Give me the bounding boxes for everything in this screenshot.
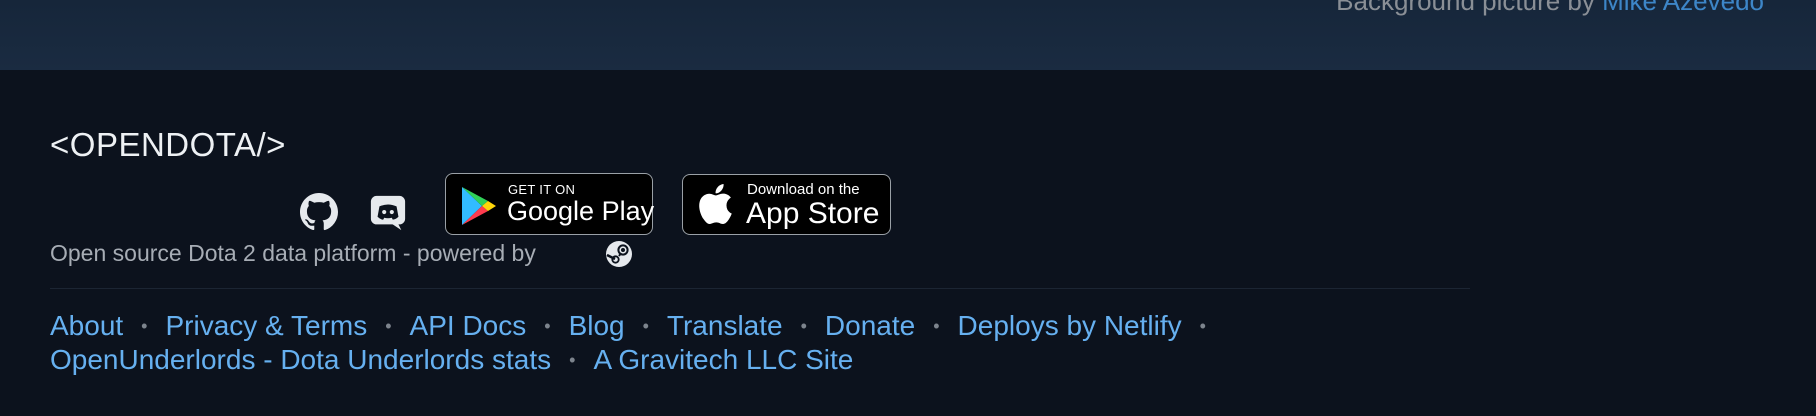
apple-icon bbox=[699, 184, 732, 225]
openunderlords-link[interactable]: OpenUnderlords - Dota Underlords stats bbox=[50, 344, 551, 375]
separator: • bbox=[141, 316, 148, 336]
netlify-link[interactable]: Deploys by Netlify bbox=[958, 310, 1182, 341]
footer-links-row-1: About • Privacy & Terms • API Docs • Blog • Tran… bbox=[50, 310, 1224, 342]
separator: • bbox=[642, 316, 649, 336]
app-store-small-text: Download on the bbox=[747, 181, 860, 198]
google-play-badge[interactable]: GET IT ON Google Play bbox=[445, 173, 655, 235]
google-play-small-text: GET IT ON bbox=[508, 182, 576, 197]
separator: • bbox=[1199, 316, 1206, 336]
steam-icon[interactable] bbox=[605, 240, 633, 268]
app-store-badge[interactable]: Download on the App Store bbox=[682, 174, 891, 235]
about-link[interactable]: About bbox=[50, 310, 123, 341]
api-docs-link[interactable]: API Docs bbox=[410, 310, 527, 341]
google-play-icon bbox=[462, 187, 496, 225]
gravitech-link[interactable]: A Gravitech LLC Site bbox=[593, 344, 853, 375]
google-play-big-text: Google Play bbox=[507, 196, 655, 226]
background-credit-author-link[interactable]: Mike Azevedo bbox=[1602, 0, 1764, 16]
opendota-logo[interactable]: <OPENDOTA/> bbox=[50, 126, 286, 164]
separator: • bbox=[569, 350, 576, 370]
discord-icon[interactable] bbox=[369, 194, 407, 232]
footer-divider bbox=[50, 288, 1470, 289]
blog-link[interactable]: Blog bbox=[569, 310, 625, 341]
tagline: Open source Dota 2 data platform - power… bbox=[50, 240, 536, 266]
background-credit-bar: Background picture by Mike Azevedo bbox=[0, 0, 1816, 71]
separator: • bbox=[933, 316, 940, 336]
app-store-big-text: App Store bbox=[746, 197, 880, 230]
background-credit: Background picture by Mike Azevedo bbox=[1336, 0, 1764, 17]
donate-link[interactable]: Donate bbox=[825, 310, 915, 341]
separator: • bbox=[544, 316, 551, 336]
privacy-terms-link[interactable]: Privacy & Terms bbox=[165, 310, 367, 341]
github-icon[interactable] bbox=[300, 193, 338, 231]
translate-link[interactable]: Translate bbox=[667, 310, 783, 341]
background-credit-prefix: Background picture by bbox=[1336, 0, 1595, 16]
separator: • bbox=[800, 316, 807, 336]
separator: • bbox=[385, 316, 392, 336]
footer-links-row-2: OpenUnderlords - Dota Underlords stats • A… bbox=[50, 344, 853, 376]
